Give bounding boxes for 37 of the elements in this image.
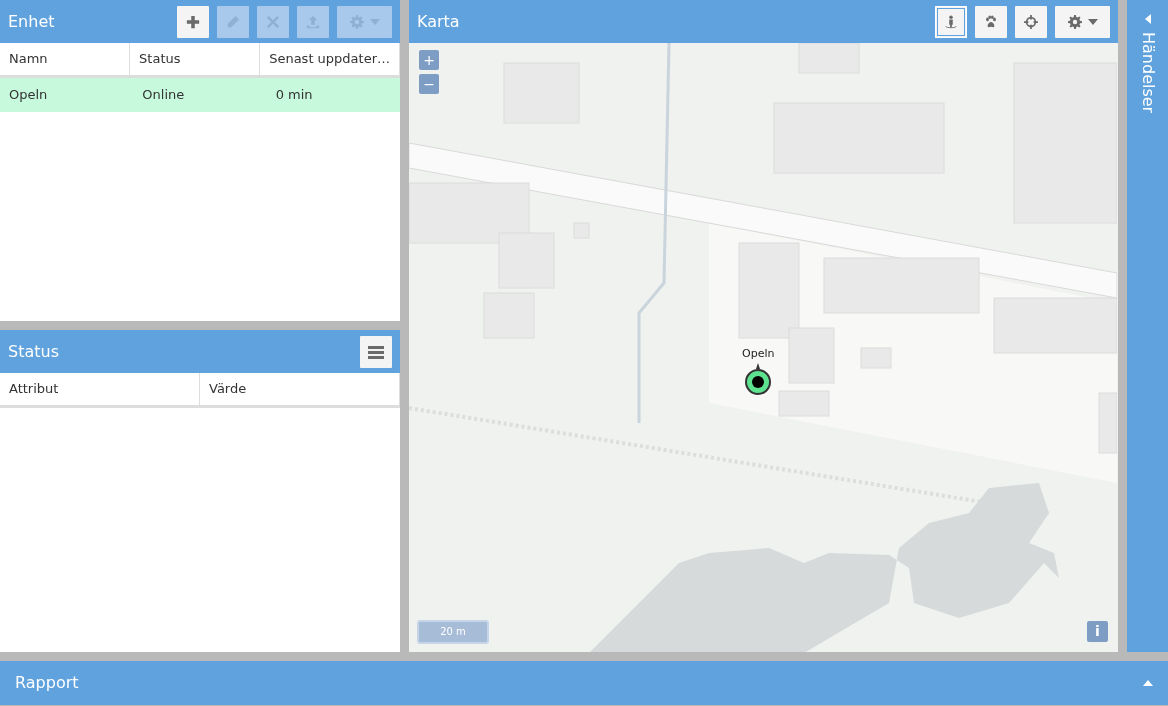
- location-marker-icon[interactable]: [744, 362, 773, 397]
- scale-bar: 20 m: [417, 620, 489, 644]
- column-header[interactable]: Attribut: [9, 379, 59, 399]
- crosshair-icon: [1024, 14, 1038, 29]
- panel-title: Karta: [417, 10, 460, 33]
- panel-title: Händelser: [1137, 32, 1159, 114]
- pencil-icon: [226, 14, 240, 29]
- column-header[interactable]: Status: [139, 49, 181, 69]
- paw-button[interactable]: [975, 5, 1007, 38]
- plus-icon: [186, 14, 200, 29]
- settings-icon: [1067, 14, 1082, 29]
- panel-title: Rapport: [15, 672, 79, 694]
- caret-icon: [369, 18, 380, 25]
- panel-title: Status: [8, 340, 59, 363]
- panel-title: Enhet: [8, 10, 55, 33]
- device-row[interactable]: Opeln Online 0 min: [0, 78, 400, 112]
- list-button[interactable]: [360, 335, 392, 368]
- table-cell-text: Opeln: [9, 86, 48, 105]
- settings-icon: [349, 14, 364, 29]
- column-header[interactable]: Senast uppdater…: [269, 49, 390, 69]
- person-button[interactable]: [935, 5, 967, 38]
- close-icon: [266, 14, 280, 29]
- upload-icon: [306, 14, 320, 29]
- collapse-icon: [1144, 14, 1151, 24]
- column-header[interactable]: Namn: [9, 49, 48, 69]
- column-header[interactable]: Värde: [209, 379, 247, 399]
- table-cell-text: 0 min: [275, 86, 313, 105]
- marker-label: Opeln: [742, 346, 775, 362]
- table-cell-text: Online: [142, 86, 185, 105]
- add-button[interactable]: [177, 5, 209, 38]
- person-icon: [944, 14, 958, 29]
- expand-icon: [1143, 680, 1153, 686]
- paw-icon: [984, 14, 998, 29]
- settings-button[interactable]: [1055, 5, 1110, 38]
- crosshair-button[interactable]: [1015, 5, 1047, 38]
- caret-icon: [1087, 18, 1098, 25]
- list-icon: [368, 343, 384, 360]
